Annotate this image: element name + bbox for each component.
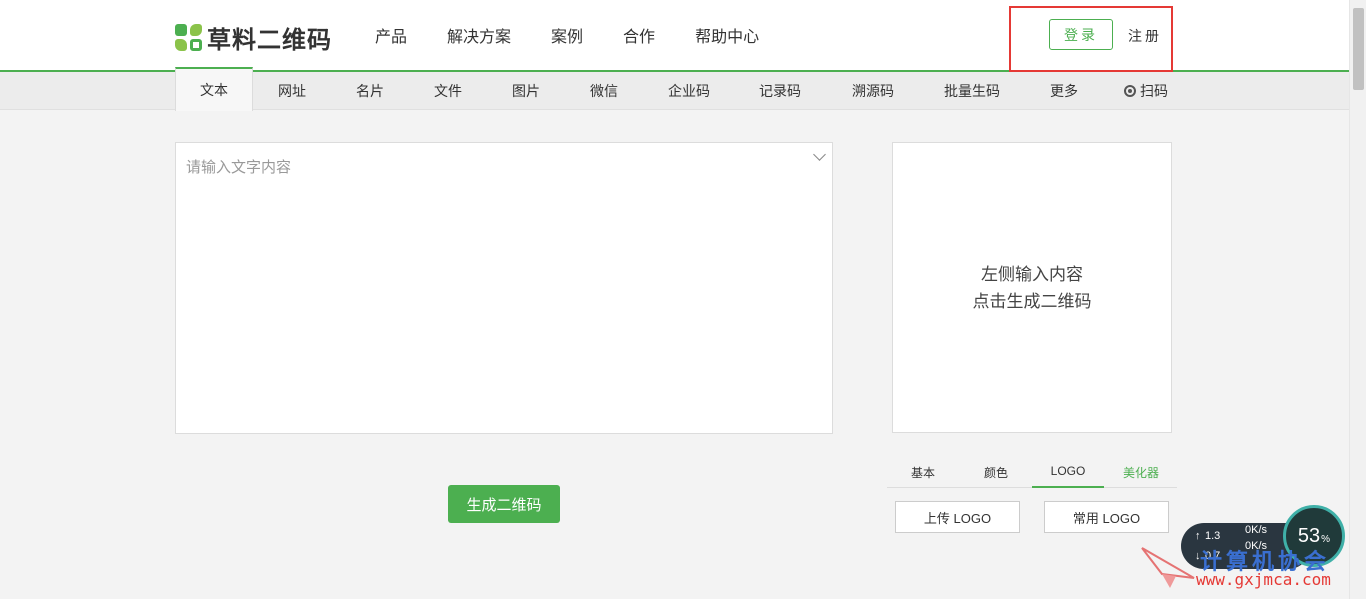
- tab-more[interactable]: 更多: [1040, 72, 1088, 110]
- top-navigation: 产品 解决方案 案例 合作 帮助中心: [375, 0, 799, 70]
- tab-scan-label: 扫码: [1140, 83, 1168, 99]
- nav-help-center[interactable]: 帮助中心: [695, 23, 759, 47]
- scan-icon: [1124, 85, 1136, 97]
- tab-business-card[interactable]: 名片: [336, 72, 404, 110]
- nav-products[interactable]: 产品: [375, 23, 407, 47]
- qr-preview-panel: 左侧输入内容 点击生成二维码: [892, 142, 1172, 433]
- preview-hint-line1: 左侧输入内容: [981, 264, 1083, 284]
- page-scrollbar[interactable]: [1349, 0, 1366, 599]
- option-tab-basic[interactable]: 基本: [887, 456, 959, 488]
- generate-qr-button[interactable]: 生成二维码: [448, 485, 560, 523]
- tab-trace-code[interactable]: 溯源码: [839, 72, 907, 110]
- option-tab-beautifier[interactable]: 美化器: [1105, 456, 1177, 488]
- nav-partners[interactable]: 合作: [623, 23, 655, 47]
- watermark-logo-icon: [1141, 547, 1195, 588]
- tab-url[interactable]: 网址: [258, 72, 326, 110]
- tab-file[interactable]: 文件: [414, 72, 482, 110]
- watermark-url: www.gxjmca.com: [1196, 570, 1331, 589]
- site-watermark: 计算机协会 www.gxjmca.com: [1140, 540, 1349, 596]
- text-content-input[interactable]: [176, 143, 832, 433]
- style-option-tabs: 基本 颜色 LOGO 美化器: [887, 456, 1177, 488]
- option-tab-color[interactable]: 颜色: [960, 456, 1032, 488]
- nav-solutions[interactable]: 解决方案: [447, 23, 511, 47]
- tab-batch-generate[interactable]: 批量生码: [936, 72, 1008, 110]
- tab-record-code[interactable]: 记录码: [746, 72, 814, 110]
- tab-wechat[interactable]: 微信: [570, 72, 638, 110]
- up-rate: 0K/s: [1245, 524, 1268, 536]
- text-input-panel: [175, 142, 833, 434]
- common-logo-button[interactable]: 常用 LOGO: [1044, 501, 1169, 533]
- login-button[interactable]: 登录: [1049, 19, 1113, 50]
- code-type-tabs: 文本 网址 名片 文件 图片 微信 企业码 记录码 溯源码 批量生码 更多 扫码: [0, 67, 1349, 111]
- option-tab-logo[interactable]: LOGO: [1032, 456, 1104, 488]
- brand-name: 草料二维码: [207, 27, 332, 54]
- scrollbar-thumb[interactable]: [1353, 8, 1364, 90]
- register-link[interactable]: 注册: [1128, 26, 1162, 46]
- tab-enterprise-code[interactable]: 企业码: [655, 72, 723, 110]
- tab-image[interactable]: 图片: [492, 72, 560, 110]
- tab-scan[interactable]: 扫码: [1116, 72, 1176, 110]
- brand-logo[interactable]: 草料二维码: [175, 20, 332, 55]
- tab-text[interactable]: 文本: [175, 67, 253, 111]
- logo-icon: [175, 23, 203, 52]
- upload-logo-button[interactable]: 上传 LOGO: [895, 501, 1020, 533]
- preview-hint-line2: 点击生成二维码: [972, 291, 1092, 311]
- nav-cases[interactable]: 案例: [551, 23, 583, 47]
